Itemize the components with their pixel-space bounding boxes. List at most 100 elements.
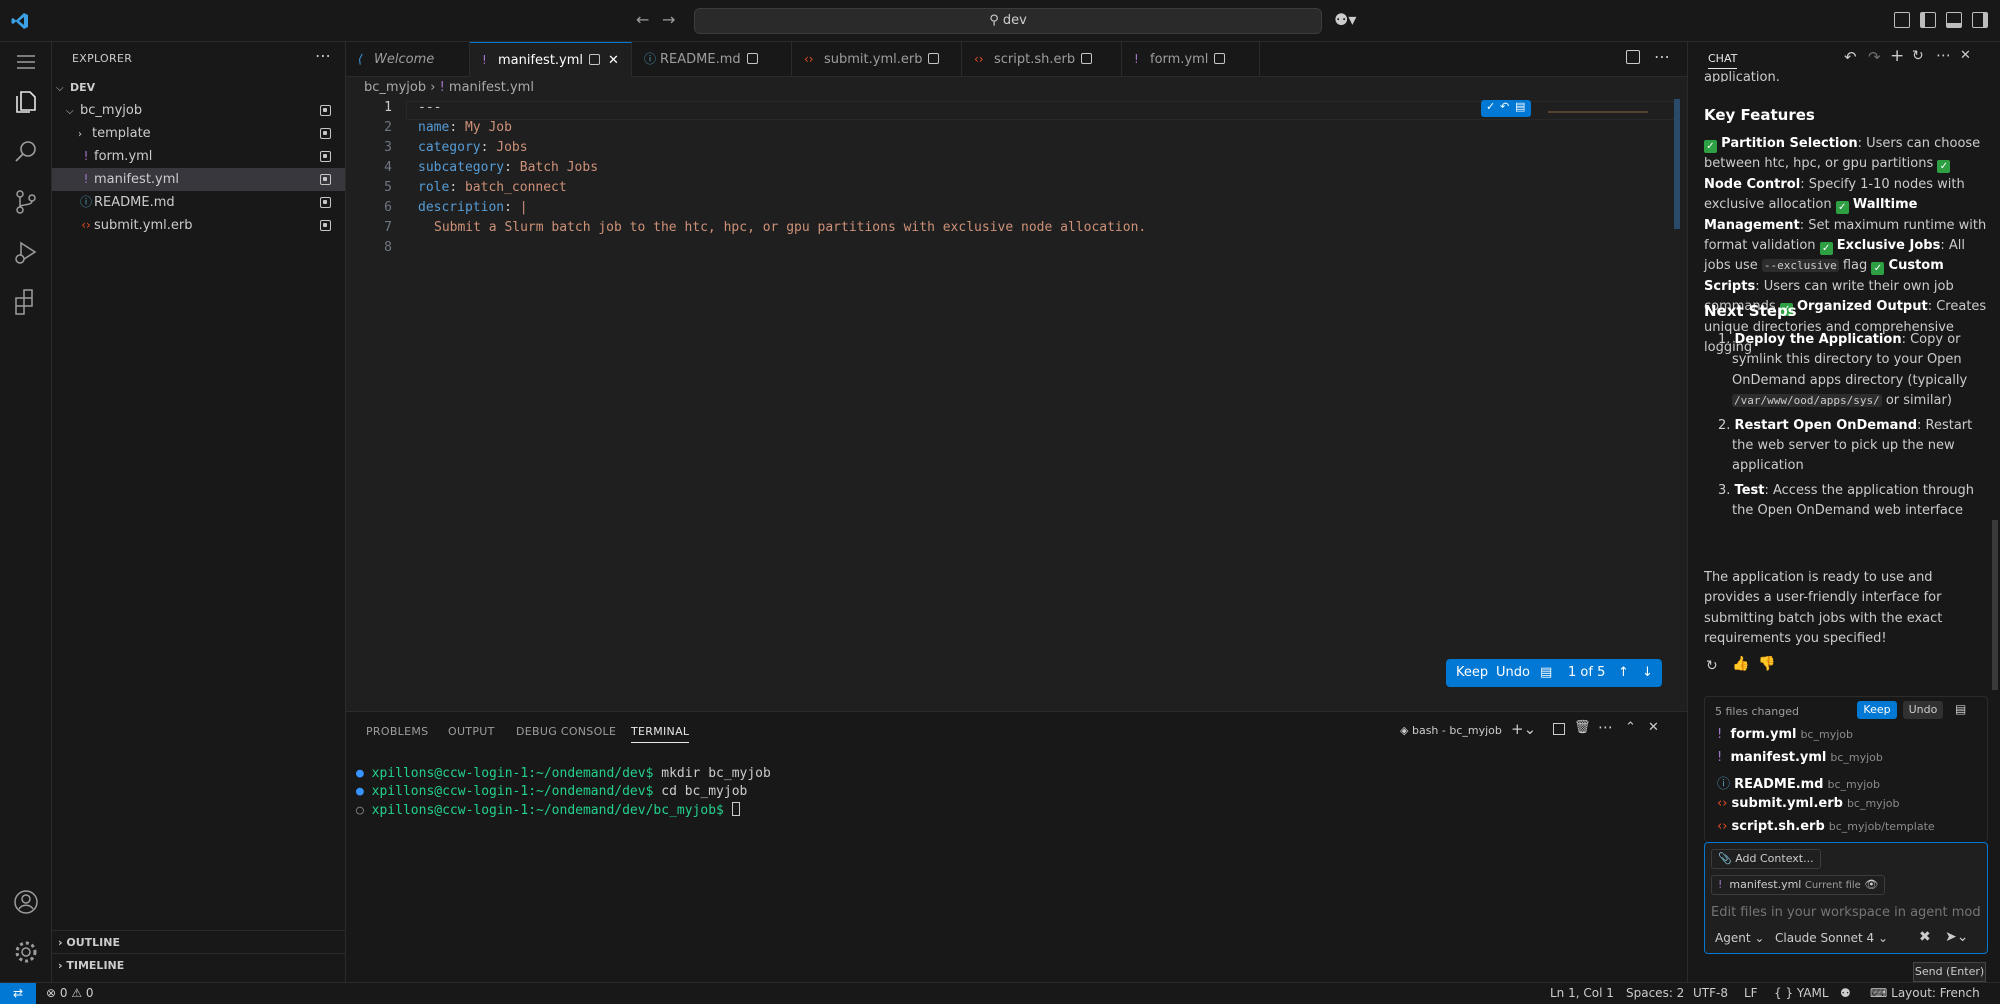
breadcrumb-file[interactable]: manifest.yml [449, 80, 534, 95]
tree-item-form-yml[interactable]: ! form.yml [52, 145, 345, 168]
remote-icon[interactable]: ⇄ [0, 983, 36, 1004]
tree-item-readme-md[interactable]: ⓘ README.md [52, 191, 345, 214]
changed-file-script-sh-erb[interactable]: ‹› script.sh.erb bc_myjob/template [1717, 819, 1935, 834]
tab-welcome[interactable]: ⟨ Welcome [346, 42, 470, 77]
menu-icon[interactable] [14, 50, 38, 74]
forward-arrow-icon[interactable]: → [662, 10, 675, 29]
outline-section[interactable]: › OUTLINE [52, 930, 345, 953]
tab-label: Welcome [374, 52, 435, 67]
copilot-icon[interactable]: ⚉▾ [1334, 10, 1356, 29]
diff-icon[interactable]: ▤ [1515, 100, 1525, 113]
toggle-primary-sidebar-icon[interactable] [1920, 12, 1936, 28]
back-arrow-icon[interactable]: ← [636, 10, 649, 29]
retry-icon[interactable]: ↻ [1706, 658, 1718, 674]
erb-icon: ‹› [1717, 796, 1732, 811]
tree-item-manifest-yml[interactable]: ! manifest.yml [52, 168, 345, 191]
language-mode[interactable]: { } YAML [1774, 983, 1829, 1004]
changed-file-readme-md[interactable]: ⓘ README.md bc_myjob [1717, 773, 1880, 792]
more-actions-icon[interactable]: ⋯ [1598, 718, 1613, 736]
tree-item-template[interactable]: › template [52, 122, 345, 145]
extensions-icon[interactable] [12, 288, 40, 316]
end-of-line[interactable]: LF [1744, 983, 1758, 1004]
tab-debug-console[interactable]: DEBUG CONSOLE [516, 725, 616, 738]
history-icon[interactable]: ↻ [1912, 48, 1924, 64]
changed-file-form-yml[interactable]: ! form.yml bc_myjob [1717, 727, 1853, 742]
bullet-icon: ○ [356, 803, 372, 818]
add-context-button[interactable]: 📎 Add Context... [1711, 849, 1821, 869]
chat-scrollbar[interactable] [1992, 520, 1998, 690]
changed-file-manifest-yml[interactable]: ! manifest.yml bc_myjob [1717, 750, 1883, 765]
toggle-panel-icon[interactable] [1946, 12, 1962, 28]
redo-icon[interactable]: ↷ [1868, 48, 1881, 66]
accounts-icon[interactable] [12, 888, 40, 916]
tab-terminal[interactable]: TERMINAL [631, 725, 690, 743]
close-chat-icon[interactable]: ✕ [1960, 48, 1971, 63]
editor-scrollbar[interactable] [1674, 99, 1680, 229]
tab-submit-yml-erb[interactable]: ‹› submit.yml.erb [792, 42, 962, 77]
copilot-status-icon[interactable]: ⚉ [1840, 983, 1851, 1004]
thumbs-down-icon[interactable]: 👎 [1758, 656, 1775, 672]
tab-output[interactable]: OUTPUT [448, 725, 495, 738]
check-icon[interactable]: ✓ [1486, 100, 1495, 113]
more-actions-icon[interactable]: ⋯ [315, 46, 331, 65]
trash-icon[interactable]: 🗑 [1574, 720, 1591, 735]
tab-manifest-yml[interactable]: ! manifest.yml ✕ [470, 42, 632, 77]
diff-file-icon[interactable]: ▤ [1540, 659, 1552, 687]
keyboard-layout[interactable]: ⌨ Layout: French [1870, 983, 1980, 1004]
close-icon[interactable]: ✕ [608, 53, 619, 68]
model-dropdown[interactable]: Claude Sonnet 4 ⌄ [1775, 931, 1888, 945]
previous-change-icon[interactable]: ↑ [1618, 659, 1629, 687]
undo-button[interactable]: Undo [1496, 659, 1530, 687]
cursor-position[interactable]: Ln 1, Col 1 [1550, 983, 1614, 1004]
more-actions-icon[interactable]: ⋯ [1654, 47, 1670, 66]
split-editor-icon[interactable] [1626, 50, 1640, 64]
terminal-line[interactable]: ○ xpillons@ccw-login-1:~/ondemand/dev/bc… [356, 802, 740, 818]
view-diff-icon[interactable]: ▤ [1955, 702, 1966, 716]
search-icon[interactable] [12, 138, 40, 166]
close-panel-icon[interactable]: ✕ [1648, 720, 1659, 735]
keep-button[interactable]: Keep [1456, 659, 1488, 687]
undo-icon[interactable]: ↶ [1844, 48, 1857, 66]
terminal-selector[interactable]: ◈ bash - bc_myjob [1400, 724, 1502, 737]
tools-icon[interactable]: ✖ [1919, 929, 1931, 945]
tab-script-sh-erb[interactable]: ‹› script.sh.erb [962, 42, 1122, 77]
problems-status[interactable]: ⊗ 0 ⚠ 0 [46, 983, 94, 1004]
breadcrumb-folder[interactable]: bc_myjob [364, 80, 426, 95]
source-control-icon[interactable] [12, 188, 40, 216]
command-center-search[interactable]: ⚲ dev [694, 8, 1322, 34]
thumbs-up-icon[interactable]: 👍 [1732, 656, 1749, 672]
undo-icon[interactable]: ↶ [1500, 100, 1509, 113]
tree-root-dev[interactable]: ⌵ DEV [52, 76, 345, 99]
tab-form-yml[interactable]: ! form.yml [1122, 42, 1260, 77]
vscode-logo-icon[interactable] [10, 11, 30, 31]
next-change-icon[interactable]: ↓ [1642, 659, 1653, 687]
customize-layout-icon[interactable] [1894, 12, 1910, 28]
minimap[interactable] [1548, 105, 1648, 113]
undo-all-button[interactable]: Undo [1903, 701, 1943, 719]
indentation[interactable]: Spaces: 2 [1626, 983, 1684, 1004]
send-icon[interactable]: ➤⌄ [1945, 929, 1968, 945]
changed-file-submit-yml-erb[interactable]: ‹› submit.yml.erb bc_myjob [1717, 796, 1899, 811]
maximize-panel-icon[interactable]: ⌃ [1625, 720, 1636, 735]
tab-problems[interactable]: PROBLEMS [366, 725, 428, 738]
timeline-section[interactable]: › TIMELINE [52, 953, 345, 976]
code-editor[interactable]: ✓ ↶ ▤ 1 2 3 4 5 6 7 8 --- name: My Job c… [346, 99, 1687, 711]
manage-gear-icon[interactable] [12, 938, 40, 966]
split-terminal-icon[interactable] [1553, 723, 1565, 735]
context-file-chip[interactable]: ! manifest.yml Current file 👁 [1711, 875, 1886, 895]
tree-item-submit-yml-erb[interactable]: ‹› submit.yml.erb [52, 214, 345, 237]
inline-diff-actions[interactable]: ✓ ↶ ▤ [1481, 100, 1531, 117]
tree-folder-bc-myjob[interactable]: ⌵ bc_myjob [52, 99, 345, 122]
tab-readme-md[interactable]: ⓘ README.md [632, 42, 792, 77]
keep-all-button[interactable]: Keep [1857, 701, 1897, 719]
eye-icon[interactable]: 👁 [1864, 878, 1878, 891]
explorer-icon[interactable] [12, 88, 40, 116]
new-chat-icon[interactable]: + [1890, 46, 1904, 66]
run-debug-icon[interactable] [12, 238, 40, 266]
encoding[interactable]: UTF-8 [1693, 983, 1728, 1004]
new-terminal-icon[interactable]: +⌄ [1511, 720, 1536, 738]
mode-dropdown[interactable]: Agent ⌄ [1715, 931, 1764, 945]
more-actions-icon[interactable]: ⋯ [1936, 46, 1951, 64]
chat-input[interactable] [1711, 901, 1981, 923]
toggle-secondary-sidebar-icon[interactable] [1972, 12, 1988, 28]
